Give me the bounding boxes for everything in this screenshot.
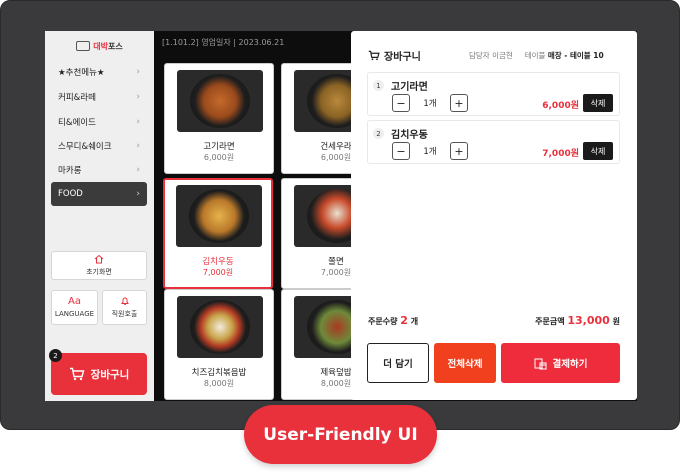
table-value: 매장 - 테이블 10 — [547, 51, 604, 60]
cart-item-qty: 1개 — [423, 99, 437, 109]
table-label: 테이블 — [524, 51, 546, 60]
staff-call-label: 직원호출 — [111, 310, 138, 318]
caption-pill: User-Friendly UI — [244, 405, 437, 464]
cart-item-name: 고기라면 — [391, 82, 428, 93]
brand-name-suffix: 포스 — [108, 41, 123, 51]
sidebar-item-label: FOOD — [58, 189, 83, 199]
cart-panel: 장바구니 담당자 이금현 테이블 매장 - 테이블 10 1 고기라면 − 1개… — [351, 31, 637, 400]
quantity-decrease-button[interactable]: − — [392, 94, 410, 112]
order-total: 주문금액 13,000 원 — [535, 314, 620, 327]
cart-item: 2 김치우동 − 1개 + 7,000원 삭제 — [367, 120, 620, 164]
cart-item: 1 고기라면 − 1개 + 6,000원 삭제 — [367, 72, 620, 116]
chevron-right-icon: › — [136, 141, 140, 151]
cart-item-price: 7,000원 — [542, 149, 579, 159]
cart-icon — [368, 50, 380, 61]
cart-count-badge: 2 — [49, 349, 62, 362]
sidebar-item-label: ★추천메뉴★ — [58, 68, 105, 78]
quantity-increase-button[interactable]: + — [450, 142, 468, 160]
language-icon: Aa — [68, 296, 81, 307]
cart-title: 장바구니 — [368, 48, 421, 63]
sidebar-item-tea[interactable]: 티&에이드 › — [51, 110, 147, 134]
order-qty-unit: 개 — [410, 317, 419, 326]
clear-all-button[interactable]: 전체삭제 — [434, 343, 496, 383]
sidebar-item-coffee[interactable]: 커피&라떼 › — [51, 85, 147, 109]
menu-price: 7,000원 — [202, 268, 234, 277]
order-quantity: 주문수량 2 개 — [368, 314, 418, 327]
order-total-unit: 원 — [612, 317, 620, 326]
menu-name: 치즈김치볶음밥 — [191, 368, 247, 378]
menu-name: 고기라면 — [203, 142, 235, 152]
sidebar-item-label: 스무디&쉐이크 — [58, 142, 112, 152]
sidebar-item-food[interactable]: FOOD › — [51, 182, 147, 206]
order-meta: 담당자 이금현 테이블 매장 - 테이블 10 — [469, 50, 604, 61]
chevron-right-icon: › — [136, 117, 140, 127]
chevron-right-icon: › — [136, 67, 140, 77]
cart-item-index: 2 — [373, 128, 384, 139]
home-button[interactable]: 초기화면 — [51, 251, 147, 280]
staff-call-button[interactable]: 직원호출 — [102, 290, 147, 325]
language-button[interactable]: Aa LANGUAGE — [51, 290, 98, 325]
menu-card-selected[interactable]: 김치우동 7,000원 — [163, 178, 273, 289]
cart-title-label: 장바구니 — [384, 52, 421, 63]
sidebar-item-recommended[interactable]: ★추천메뉴★ › — [51, 60, 147, 84]
cart-icon — [69, 367, 85, 381]
sidebar-item-smoothie[interactable]: 스무디&쉐이크 › — [51, 134, 147, 158]
home-icon — [94, 254, 104, 264]
staff-label: 담당자 — [469, 51, 490, 60]
home-label: 초기화면 — [86, 268, 112, 276]
chevron-right-icon: › — [136, 165, 140, 175]
order-total-value: 13,000 — [567, 314, 610, 327]
food-image — [177, 70, 263, 132]
language-label: LANGUAGE — [54, 310, 95, 318]
menu-price: 8,000원 — [203, 379, 235, 388]
business-info: [1.101.2] 영업일자 | 2023.06.21 — [162, 38, 285, 47]
cart-button-label: 장바구니 — [90, 368, 130, 381]
menu-price: 6,000원 — [203, 153, 235, 162]
sidebar-item-label: 티&에이드 — [58, 118, 96, 128]
chevron-right-icon: › — [136, 189, 140, 199]
cart-button[interactable]: 장바구니 — [51, 353, 147, 395]
cart-item-name: 김치우동 — [391, 130, 428, 141]
pay-button-label: 결제하기 — [552, 359, 588, 370]
quantity-increase-button[interactable]: + — [450, 94, 468, 112]
menu-name: 김치우동 — [202, 257, 234, 267]
delete-item-button[interactable]: 삭제 — [583, 94, 613, 112]
chevron-right-icon: › — [136, 92, 140, 102]
kiosk-device: 대박포스 ★추천메뉴★ › 커피&라떼 › 티&에이드 › 스무디&쉐이크 › 마카롱 ›… — [0, 0, 680, 430]
sidebar-item-label: 커피&라떼 — [58, 93, 96, 103]
staff-name: 이금현 — [492, 51, 513, 60]
menu-card[interactable]: 치즈김치볶음밥 8,000원 — [164, 289, 274, 400]
delete-item-button[interactable]: 삭제 — [583, 142, 613, 160]
cart-item-qty: 1개 — [423, 147, 437, 157]
food-image — [176, 185, 262, 247]
brand-name-prefix: 대박 — [93, 41, 108, 51]
add-more-button[interactable]: 더 담기 — [367, 343, 429, 383]
bell-icon — [120, 297, 129, 305]
order-qty-label: 주문수량 — [368, 317, 398, 326]
sidebar-item-macaron[interactable]: 마카롱 › — [51, 158, 147, 182]
payment-icon — [534, 358, 547, 369]
quantity-decrease-button[interactable]: − — [392, 142, 410, 160]
brand-icon — [76, 41, 91, 51]
order-qty-value: 2 — [400, 314, 408, 327]
brand-logo: 대박포스 — [45, 37, 154, 55]
sidebar-item-label: 마카롱 — [58, 166, 82, 176]
order-total-label: 주문금액 — [535, 317, 565, 326]
food-image — [177, 296, 263, 358]
cart-item-price: 6,000원 — [542, 101, 579, 111]
cart-item-index: 1 — [373, 80, 384, 91]
pay-button[interactable]: 결제하기 — [501, 343, 620, 383]
menu-card[interactable]: 고기라면 6,000원 — [164, 63, 274, 174]
category-sidebar: 대박포스 ★추천메뉴★ › 커피&라떼 › 티&에이드 › 스무디&쉐이크 › 마카롱 ›… — [45, 31, 154, 401]
